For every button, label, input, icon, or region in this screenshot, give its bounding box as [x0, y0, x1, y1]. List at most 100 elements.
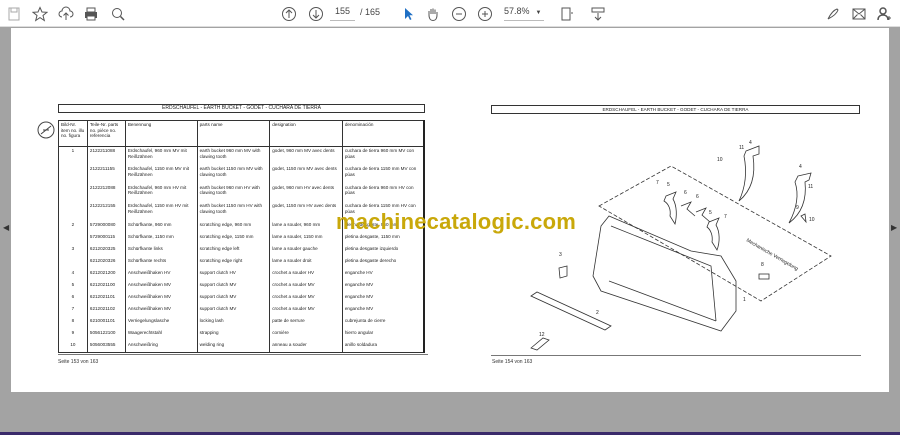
parts-name: support clutch HV [196, 268, 271, 281]
benennung: Anschweißhaken HV [124, 268, 198, 281]
table-row: 4 6212021200 Anschweißhaken HV support clut… [58, 268, 425, 281]
hook-3 [663, 191, 677, 226]
save-icon[interactable] [4, 4, 24, 24]
designation: crochet a souder HV [269, 268, 343, 281]
email-icon[interactable] [849, 4, 869, 24]
part-no: 5056003555 [86, 340, 126, 353]
benennung: Anschweißhaken MV [124, 304, 198, 317]
parts-name: earth bucket 960 mm HV with clawing toot… [196, 183, 271, 202]
parts-name: scratching edge, 960 mm [196, 220, 271, 233]
ripper-tooth-right [788, 172, 812, 224]
designation: crochet a souder MV [269, 292, 343, 305]
denominacion: enganche HV [341, 268, 425, 281]
scroll-mode-icon[interactable] [588, 4, 608, 24]
item-no: 3 [58, 244, 88, 257]
table-row: 10 5056003555 Anschweißring welding ring ann… [58, 340, 425, 353]
denominacion: enganche MV [341, 292, 425, 305]
account-icon[interactable] [874, 4, 894, 24]
benennung: Verriegelungslasche [124, 316, 198, 329]
scroll-right-icon[interactable]: ▶ [891, 223, 897, 232]
item-no [58, 256, 88, 269]
designation: crochet a souder MV [269, 304, 343, 317]
benennung: Erdschaufel, 960 mm HV mit Reißzähnen [124, 183, 198, 202]
part-no: 5729000080 [86, 220, 126, 233]
svg-text:8: 8 [761, 262, 764, 268]
left-page-footer: Seite 153 von 163 [58, 359, 99, 365]
search-zoom-icon[interactable] [108, 4, 128, 24]
item-no [58, 202, 88, 221]
scroll-left-icon[interactable]: ◀ [3, 223, 9, 232]
designation: godet, 960 mm MV avec dents [269, 146, 343, 165]
part-no: 5729000115 [86, 232, 126, 245]
table-row: 1 2122211088 Erdschaufel, 960 mm MV mit Re… [58, 146, 425, 165]
upload-cloud-icon[interactable] [56, 4, 76, 24]
fit-page-icon[interactable] [557, 4, 577, 24]
designation: lame a souder droit [269, 256, 343, 269]
hand-pan-icon[interactable] [423, 4, 443, 24]
benennung: Schürfkante rechts [124, 256, 198, 269]
benennung: Schürfkante, 960 mm [124, 220, 198, 233]
denominacion: cuchara de tierra 1150 mm MV con púas [341, 165, 425, 184]
parts-name: scratching edge left [196, 244, 271, 257]
zoom-level-select[interactable]: 57.8% ▼ [504, 6, 544, 21]
denominacion: pletina desgaste izquierdo [341, 244, 425, 257]
denominacion: cuchara de tierra 960 mm MV con púas [341, 146, 425, 165]
item-no: 10 [58, 340, 88, 353]
document-spread: ERDSCHAUFEL - EARTH BUCKET - GODET - CUC… [11, 28, 889, 392]
denominacion: anillo soldadura [341, 340, 425, 353]
parts-name: scratching edge right [196, 256, 271, 269]
ripper-tooth-left [738, 145, 760, 202]
item-no: 7 [58, 304, 88, 317]
svg-text:11: 11 [808, 184, 813, 190]
parts-name: support clutch MV [196, 304, 271, 317]
left-footer-line [58, 354, 428, 355]
zoom-out-icon[interactable] [449, 4, 469, 24]
table-row: 8 6210001101 Verriegelungslasche locking la… [58, 316, 425, 329]
designation: cornière [269, 328, 343, 341]
document-viewer[interactable]: ◀ ▶ ERDSCHAUFEL - EARTH BUCKET - GODET -… [0, 27, 900, 435]
part-no: 2122212155 [86, 202, 126, 221]
diagram-note: Mechanische Verriegelung [745, 238, 799, 273]
parts-name: strapping [196, 328, 271, 341]
column-header: parts name [196, 120, 271, 147]
bracket-9 [800, 213, 807, 224]
denominacion: enganche MV [341, 280, 425, 293]
table-row: 9 5056122100 Waagerechtstahl strapping corni… [58, 328, 425, 341]
parts-name: support clutch MV [196, 280, 271, 293]
parts-name: earth bucket 1150 mm MV with clawing too… [196, 165, 271, 184]
item-no [58, 165, 88, 184]
column-header: designation [269, 120, 343, 147]
svg-text:2: 2 [596, 310, 599, 316]
svg-text:1: 1 [743, 297, 746, 303]
zoom-in-icon[interactable] [475, 4, 495, 24]
designation: patte de serrure [269, 316, 343, 329]
table-row: 6212020326 Schürfkante rechts scratching e… [58, 256, 425, 269]
page-down-icon[interactable] [306, 4, 326, 24]
chevron-down-icon: ▼ [535, 10, 542, 16]
column-header: Bild-Nr. item no. illu no. figura [58, 120, 88, 147]
table-row: 7 6212021102 Anschweißhaken MV support clut… [58, 304, 425, 317]
part-no: 2122212088 [86, 183, 126, 202]
table-row: 5 6212021100 Anschweißhaken MV support clut… [58, 280, 425, 293]
part-no: 2122211155 [86, 165, 126, 184]
left-page-title: ERDSCHAUFEL - EARTH BUCKET - GODET - CUC… [58, 104, 425, 113]
benennung: Waagerechtstahl [124, 328, 198, 341]
designation: lame a souder, 1150 mm [269, 232, 343, 245]
svg-text:6: 6 [684, 190, 687, 196]
benennung: Anschweißhaken MV [124, 292, 198, 305]
right-page-footer: Seite 154 von 163 [492, 359, 533, 365]
svg-text:4: 4 [799, 164, 802, 170]
parts-name: earth bucket 1150 mm HV with clawing too… [196, 202, 271, 221]
print-icon[interactable] [81, 4, 101, 24]
right-footer-line [491, 355, 861, 356]
page-number-input[interactable]: 155 [330, 6, 355, 21]
benennung: Erdschaufel, 960 mm MV mit Reißzähnen [124, 146, 198, 165]
select-cursor-icon[interactable] [398, 4, 418, 24]
bookmark-star-icon[interactable] [30, 4, 50, 24]
denominacion: hierro angular [341, 328, 425, 341]
sign-icon[interactable] [823, 4, 843, 24]
benennung: Schürfkante links [124, 244, 198, 257]
page-up-icon[interactable] [279, 4, 299, 24]
parts-name: earth bucket 960 mm MV with clawing toot… [196, 146, 271, 165]
parts-table: Bild-Nr. item no. illu no. figura Teile-N… [58, 120, 425, 353]
